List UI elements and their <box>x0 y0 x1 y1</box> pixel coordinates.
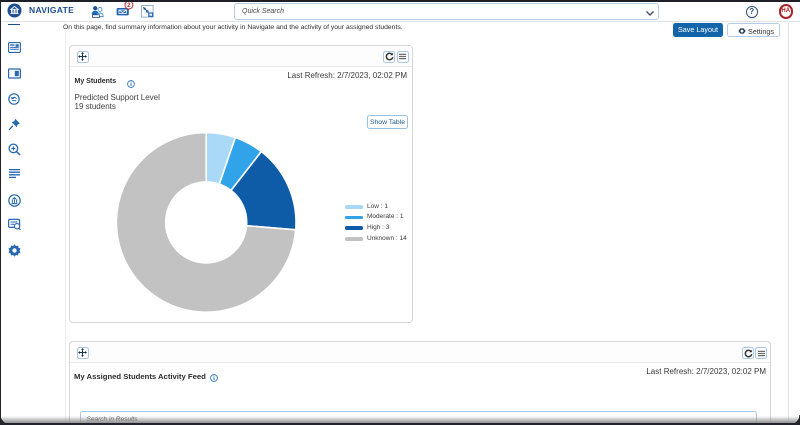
svg-text:2: 2 <box>127 2 131 9</box>
